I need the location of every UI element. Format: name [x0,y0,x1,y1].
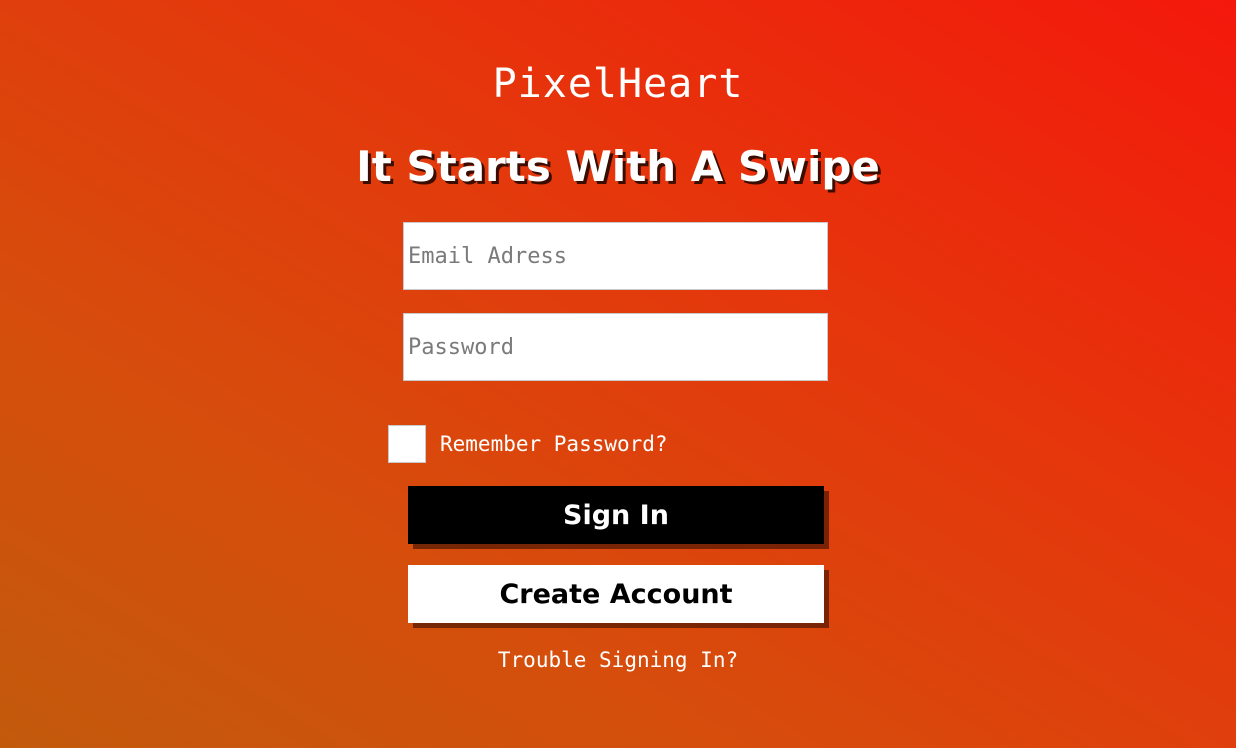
remember-password-checkbox[interactable] [388,425,426,463]
page-tagline: It Starts With A Swipe [356,142,880,191]
sign-in-button[interactable]: Sign In [408,486,824,544]
email-field[interactable] [403,222,828,290]
remember-password-label[interactable]: Remember Password? [440,432,668,456]
app-title: PixelHeart [492,61,744,107]
password-field[interactable] [403,313,828,381]
remember-password-row: Remember Password? [388,425,668,463]
create-account-button[interactable]: Create Account [408,565,824,623]
trouble-signing-in-link[interactable]: Trouble Signing In? [0,648,1236,672]
